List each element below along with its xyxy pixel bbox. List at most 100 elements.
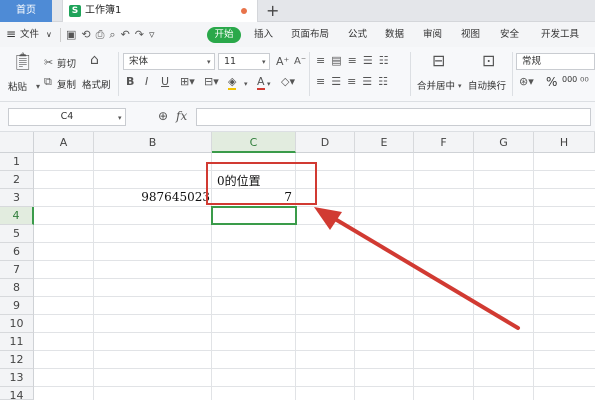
shrink-font-icon[interactable]: A⁻ — [294, 56, 306, 68]
spreadsheet-icon: S — [69, 5, 81, 17]
column-header-c[interactable]: C — [212, 132, 296, 153]
format-painter-icon[interactable]: ⌂ — [90, 53, 99, 67]
row-header[interactable]: 5 — [0, 225, 34, 243]
thousands-button[interactable]: 000 — [562, 75, 577, 84]
spreadsheet-grid[interactable]: A B C D E F G H 1 2 3 4 5 6 7 8 9 10 11 … — [0, 132, 595, 402]
column-header-a[interactable]: A — [34, 132, 94, 153]
menu-formulas[interactable]: 公式 — [348, 22, 367, 47]
fill-color-dropdown-icon[interactable]: ▾ — [244, 78, 248, 90]
row-header[interactable]: 3 — [0, 189, 34, 207]
formula-input[interactable] — [196, 108, 591, 126]
merge-dropdown-icon[interactable]: ▾ — [458, 80, 462, 92]
fill-color-icon[interactable]: ◈ — [228, 76, 237, 90]
currency-icon[interactable]: ⊛▾ — [519, 76, 534, 88]
vertical-align-icons[interactable]: ≡▤≡☰☷ — [316, 55, 395, 67]
underline-icon[interactable]: U — [161, 76, 169, 88]
font-name-select[interactable]: 宋体 — [123, 53, 215, 70]
column-header-g[interactable]: G — [474, 132, 534, 153]
number-format-select[interactable]: 常规 — [516, 53, 595, 70]
paste-button[interactable]: 粘贴 — [8, 79, 27, 93]
copy-button[interactable]: 复制 — [57, 77, 76, 91]
formula-bar: C4 ▾ ⊕ fx — [0, 102, 595, 132]
row-header[interactable]: 13 — [0, 369, 34, 387]
cut-icon[interactable]: ✂ — [44, 57, 53, 69]
font-name-dropdown-icon[interactable]: ▾ — [207, 56, 211, 68]
merge-center-button[interactable]: 合并居中 — [417, 78, 455, 92]
wrap-text-icon[interactable]: ⊡ — [482, 53, 495, 69]
clear-format-icon[interactable]: ◇▾ — [281, 76, 295, 88]
row-header[interactable]: 11 — [0, 333, 34, 351]
column-header-b[interactable]: B — [94, 132, 212, 153]
row-header[interactable]: 6 — [0, 243, 34, 261]
hamburger-menu-icon[interactable]: ≡ — [6, 22, 16, 47]
menu-start[interactable]: 开始 — [207, 27, 241, 43]
column-header-e[interactable]: E — [355, 132, 414, 153]
grid-line — [34, 386, 595, 387]
menu-data[interactable]: 数据 — [385, 22, 404, 47]
unsaved-dot-icon[interactable] — [241, 8, 247, 14]
paste-icon[interactable]: 📋︎ — [12, 53, 34, 71]
menu-insert[interactable]: 插入 — [254, 22, 273, 47]
font-size-dropdown-icon[interactable]: ▾ — [262, 56, 266, 68]
percent-button[interactable]: % — [546, 75, 557, 89]
column-header-d[interactable]: D — [296, 132, 355, 153]
grid-line — [533, 153, 534, 400]
fx-button[interactable]: fx — [176, 110, 187, 122]
cell-b3[interactable]: 987645023 — [94, 190, 210, 204]
new-tab-button[interactable]: + — [266, 0, 279, 22]
name-box[interactable]: C4 — [8, 108, 126, 126]
menu-divider — [60, 28, 61, 42]
row-header[interactable]: 12 — [0, 351, 34, 369]
cell-style-icon[interactable]: ⊟▾ — [204, 76, 219, 88]
grid-line — [34, 368, 595, 369]
tab-bar: 首页 S 工作簿1 + — [0, 0, 595, 22]
row-header[interactable]: 7 — [0, 261, 34, 279]
menu-page-layout[interactable]: 页面布局 — [291, 22, 329, 47]
ribbon-divider — [410, 52, 411, 96]
row-header[interactable]: 2 — [0, 171, 34, 189]
italic-icon[interactable]: I — [145, 76, 148, 88]
grow-font-icon[interactable]: A⁺ — [276, 56, 289, 68]
ribbon-divider — [512, 52, 513, 96]
menu-view[interactable]: 视图 — [461, 22, 480, 47]
grid-line — [34, 350, 595, 351]
select-all-corner[interactable] — [0, 132, 34, 153]
workbook-tab[interactable]: S 工作簿1 — [62, 0, 258, 22]
menu-file[interactable]: 文件 — [20, 22, 39, 47]
paste-dropdown-icon[interactable]: ▾ — [36, 81, 40, 93]
highlight-box — [206, 162, 317, 205]
home-tab[interactable]: 首页 — [0, 0, 52, 22]
wrap-text-button[interactable]: 自动换行 — [468, 78, 506, 92]
row-header[interactable]: 8 — [0, 279, 34, 297]
ribbon-divider — [118, 52, 119, 96]
bold-icon[interactable]: B — [126, 76, 134, 88]
row-header[interactable]: 1 — [0, 153, 34, 171]
workbook-tab-title: 工作簿1 — [85, 5, 122, 16]
column-header-f[interactable]: F — [414, 132, 474, 153]
menu-bar: ≡ 文件 ∨ ▣⟲⎙⌕↶↷▿ 开始 插入 页面布局 公式 数据 审阅 视图 安全… — [0, 22, 595, 47]
name-box-dropdown-icon[interactable]: ▾ — [118, 112, 122, 124]
cut-button[interactable]: 剪切 — [57, 56, 76, 70]
zoom-search-icon[interactable]: ⊕ — [158, 110, 168, 122]
merge-center-icon[interactable]: ⊟ — [432, 53, 445, 69]
menu-review[interactable]: 审阅 — [423, 22, 442, 47]
row-header[interactable]: 10 — [0, 315, 34, 333]
row-header[interactable]: 9 — [0, 297, 34, 315]
column-header-h[interactable]: H — [534, 132, 595, 153]
quick-access-icons[interactable]: ▣⟲⎙⌕↶↷▿ — [66, 22, 160, 47]
menu-developer[interactable]: 开发工具 — [541, 22, 579, 47]
menu-security[interactable]: 安全 — [500, 22, 519, 47]
row-header-active[interactable]: 4 — [0, 207, 34, 225]
font-color-icon[interactable]: A — [257, 76, 265, 90]
border-icon[interactable]: ⊞▾ — [180, 76, 195, 88]
decimal-icon[interactable]: ⁰⁰ — [580, 76, 589, 88]
horizontal-align-icons[interactable]: ≡☰≡☰☷ — [316, 76, 394, 88]
ribbon-divider — [309, 52, 310, 96]
row-header[interactable]: 14 — [0, 387, 34, 402]
active-cell-c4[interactable] — [211, 206, 297, 225]
annotation-arrow-icon — [314, 207, 520, 330]
file-dropdown-icon[interactable]: ∨ — [46, 22, 52, 47]
copy-icon[interactable]: ⧉ — [44, 76, 52, 88]
format-painter-button[interactable]: 格式刷 — [82, 77, 111, 91]
font-color-dropdown-icon[interactable]: ▾ — [267, 78, 271, 90]
